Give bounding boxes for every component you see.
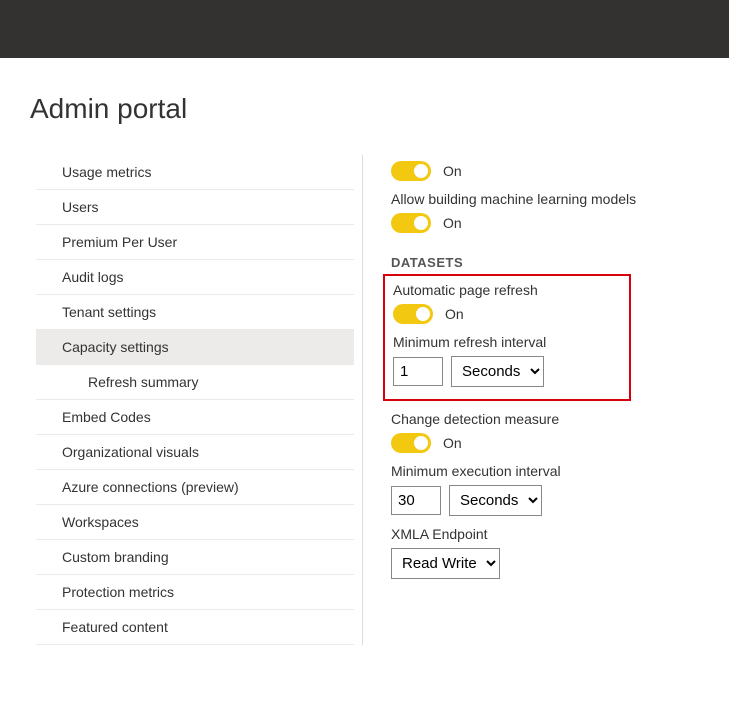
toggle-change-detection-label: On [443,435,462,451]
xmla-endpoint-label: XMLA Endpoint [391,526,705,542]
sidebar-item-azure-connections[interactable]: Azure connections (preview) [36,470,354,505]
min-exec-interval-label: Minimum execution interval [391,463,705,479]
page-title: Admin portal [30,93,705,125]
sidebar-item-featured-content[interactable]: Featured content [36,610,354,645]
main-panel: On Allow building machine learning model… [391,155,705,645]
toggle-ml-models[interactable] [391,213,431,233]
sidebar-item-refresh-summary[interactable]: Refresh summary [36,365,354,400]
top-bar [0,0,729,58]
min-exec-interval-unit[interactable]: Seconds [449,485,542,516]
min-refresh-interval-unit[interactable]: Seconds [451,356,544,387]
toggle-generic-1-label: On [443,163,462,179]
sidebar-item-audit-logs[interactable]: Audit logs [36,260,354,295]
datasets-section-header: DATASETS [391,255,705,270]
toggle-auto-page-refresh[interactable] [393,304,433,324]
min-refresh-interval-label: Minimum refresh interval [393,334,621,350]
xmla-endpoint-select[interactable]: Read Write [391,548,500,579]
vertical-divider [362,155,363,645]
min-exec-interval-input[interactable] [391,486,441,515]
min-refresh-interval-input[interactable] [393,357,443,386]
sidebar: Usage metricsUsersPremium Per UserAudit … [24,155,354,645]
sidebar-item-protection-metrics[interactable]: Protection metrics [36,575,354,610]
sidebar-item-embed-codes[interactable]: Embed Codes [36,400,354,435]
auto-page-refresh-label: Automatic page refresh [393,282,621,298]
sidebar-item-capacity-settings[interactable]: Capacity settings [36,330,354,365]
sidebar-item-users[interactable]: Users [36,190,354,225]
ml-models-label: Allow building machine learning models [391,191,705,207]
sidebar-item-tenant-settings[interactable]: Tenant settings [36,295,354,330]
sidebar-item-premium-per-user[interactable]: Premium Per User [36,225,354,260]
sidebar-item-custom-branding[interactable]: Custom branding [36,540,354,575]
toggle-change-detection[interactable] [391,433,431,453]
toggle-ml-models-label: On [443,215,462,231]
sidebar-item-organizational-visuals[interactable]: Organizational visuals [36,435,354,470]
sidebar-item-usage-metrics[interactable]: Usage metrics [36,155,354,190]
change-detection-label: Change detection measure [391,411,705,427]
sidebar-item-workspaces[interactable]: Workspaces [36,505,354,540]
highlight-box: Automatic page refresh On Minimum refres… [383,274,631,401]
toggle-generic-1[interactable] [391,161,431,181]
toggle-auto-page-refresh-label: On [445,306,464,322]
